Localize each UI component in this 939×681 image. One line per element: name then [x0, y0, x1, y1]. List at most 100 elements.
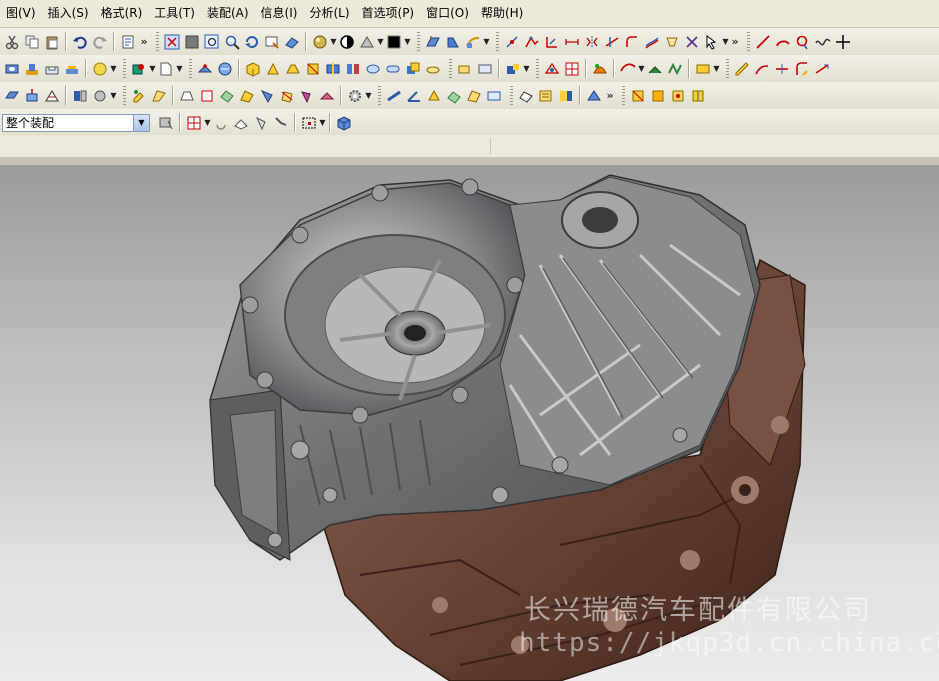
- hidden-edges-icon[interactable]: [337, 32, 357, 52]
- studio-surface-icon[interactable]: [590, 59, 610, 79]
- line-icon[interactable]: [753, 32, 773, 52]
- mirror-icon[interactable]: [582, 32, 602, 52]
- subtract-icon[interactable]: [423, 59, 443, 79]
- section-analysis-icon[interactable]: [444, 86, 464, 106]
- boss-icon[interactable]: [22, 59, 42, 79]
- playback-icon[interactable]: [297, 86, 317, 106]
- unsuppress-feature-icon[interactable]: [257, 86, 277, 106]
- sew-icon[interactable]: [383, 59, 403, 79]
- snap-point-icon[interactable]: [184, 113, 204, 133]
- extrude-icon[interactable]: [423, 32, 443, 52]
- sphere-icon[interactable]: [90, 59, 110, 79]
- rectangle-select-icon[interactable]: [299, 113, 319, 133]
- toolbar-grip[interactable]: [449, 59, 452, 78]
- menu-help[interactable]: 帮助(H): [475, 0, 529, 27]
- dropdown-arrow-icon[interactable]: ▼: [319, 113, 326, 133]
- dropdown-arrow-icon[interactable]: ▼: [149, 59, 156, 79]
- view-orient-icon[interactable]: [282, 32, 302, 52]
- chevron-down-icon[interactable]: ▼: [133, 114, 149, 131]
- object-info-icon[interactable]: [516, 86, 536, 106]
- toolbar-grip[interactable]: [123, 86, 126, 105]
- suppress-feature-icon[interactable]: [237, 86, 257, 106]
- measure-distance-icon[interactable]: [384, 86, 404, 106]
- mate-component-icon[interactable]: [503, 59, 523, 79]
- crosshair-icon[interactable]: [833, 32, 853, 52]
- remove-parameters-icon[interactable]: [277, 86, 297, 106]
- toolbar-grip[interactable]: [496, 32, 499, 51]
- menu-preferences[interactable]: 首选项(P): [356, 0, 421, 27]
- copy-icon[interactable]: [22, 32, 42, 52]
- toolbar-grip[interactable]: [189, 59, 192, 78]
- pan-icon[interactable]: [262, 32, 282, 52]
- datum-plane-icon[interactable]: [129, 59, 149, 79]
- circle-icon[interactable]: [793, 32, 813, 52]
- add-component-icon[interactable]: [455, 59, 475, 79]
- through-curves-icon[interactable]: [542, 59, 562, 79]
- select-components-icon[interactable]: [156, 113, 176, 133]
- menu-insert[interactable]: 插入(S): [42, 0, 95, 27]
- dropdown-arrow-icon[interactable]: ▼: [176, 59, 183, 79]
- fillet-curve-icon[interactable]: [622, 32, 642, 52]
- edit-curve-parameters-icon[interactable]: [732, 59, 752, 79]
- fit-view-icon[interactable]: [162, 32, 182, 52]
- dropdown-arrow-icon[interactable]: ▼: [330, 32, 337, 52]
- rotate-icon[interactable]: [242, 32, 262, 52]
- settings-gear-icon[interactable]: [345, 86, 365, 106]
- offset-region-icon[interactable]: [42, 86, 62, 106]
- layer-visible-icon[interactable]: [556, 86, 576, 106]
- shaded-view-icon[interactable]: [182, 32, 202, 52]
- toolbar-grip[interactable]: [747, 32, 750, 51]
- menu-assembly[interactable]: 装配(A): [201, 0, 255, 27]
- pull-face-icon[interactable]: [22, 86, 42, 106]
- menu-analysis[interactable]: 分析(L): [303, 0, 355, 27]
- chamfer-icon[interactable]: [215, 59, 235, 79]
- toolbar-grip[interactable]: [123, 59, 126, 78]
- dropdown-arrow-icon[interactable]: ▼: [404, 32, 411, 52]
- selection-scope-combo[interactable]: 整个装配 ▼: [2, 113, 150, 132]
- feature-mirror-icon[interactable]: [317, 86, 337, 106]
- n-sided-surface-icon[interactable]: [665, 59, 685, 79]
- move-feature-icon[interactable]: [177, 86, 197, 106]
- edit-feature-parameters-icon[interactable]: [129, 86, 149, 106]
- menu-tools[interactable]: 工具(T): [148, 0, 201, 27]
- hole-icon[interactable]: [2, 59, 22, 79]
- dimension-icon[interactable]: [562, 32, 582, 52]
- dropdown-arrow-icon[interactable]: ▼: [722, 32, 729, 52]
- wcs-display-icon[interactable]: [688, 86, 708, 106]
- color-swatch-icon[interactable]: [384, 32, 404, 52]
- toolbar-grip[interactable]: [622, 86, 625, 105]
- trim-icon[interactable]: [602, 32, 622, 52]
- select-filter-icon[interactable]: [702, 32, 722, 52]
- menu-format[interactable]: 格式(R): [95, 0, 149, 27]
- constraint-icon[interactable]: [542, 32, 562, 52]
- dropdown-arrow-icon[interactable]: ▼: [713, 59, 720, 79]
- dropdown-arrow-icon[interactable]: ▼: [377, 32, 384, 52]
- toolbar-grip[interactable]: [536, 59, 539, 78]
- intersect-curve-icon[interactable]: [682, 32, 702, 52]
- wcs-orient-icon[interactable]: [668, 86, 688, 106]
- dropdown-arrow-icon[interactable]: ▼: [365, 86, 372, 106]
- select-face-icon[interactable]: [251, 113, 271, 133]
- sweep-icon[interactable]: [463, 32, 483, 52]
- offset-icon[interactable]: [642, 32, 662, 52]
- ruled-surface-icon[interactable]: [645, 59, 665, 79]
- dropdown-arrow-icon[interactable]: ▼: [523, 59, 530, 79]
- mesh-surface-icon[interactable]: [562, 59, 582, 79]
- measure-body-icon[interactable]: [424, 86, 444, 106]
- select-body-icon[interactable]: [231, 113, 251, 133]
- trim-body-icon[interactable]: [323, 59, 343, 79]
- split-body-icon[interactable]: [343, 59, 363, 79]
- layer-settings-icon[interactable]: [536, 86, 556, 106]
- trim-curve-icon[interactable]: [752, 59, 772, 79]
- toolbar-grip[interactable]: [378, 86, 381, 105]
- menu-window[interactable]: 窗口(O): [420, 0, 475, 27]
- reorder-feature-icon[interactable]: [197, 86, 217, 106]
- measure-angle-icon[interactable]: [404, 86, 424, 106]
- sketch-icon[interactable]: [522, 32, 542, 52]
- pocket-icon[interactable]: [42, 59, 62, 79]
- undo-selection-icon[interactable]: [211, 113, 231, 133]
- stretch-curve-icon[interactable]: [812, 59, 832, 79]
- toolbar-grip[interactable]: [417, 32, 420, 51]
- arc-icon[interactable]: [773, 32, 793, 52]
- swept-surface-icon[interactable]: [618, 59, 638, 79]
